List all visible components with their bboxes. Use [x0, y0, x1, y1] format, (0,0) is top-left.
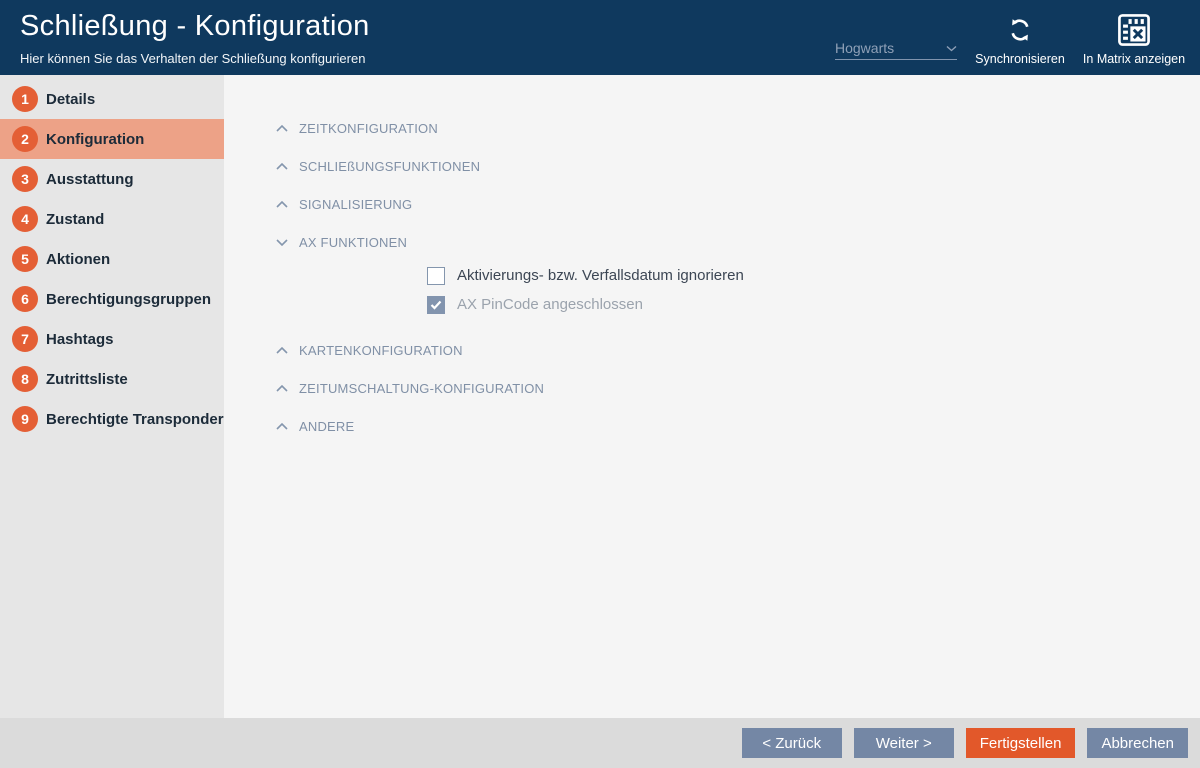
sidebar-item-label: Zutrittsliste: [46, 371, 128, 388]
sidebar-item-label: Berechtigungsgruppen: [46, 291, 211, 308]
section-zeitumschaltung-konfiguration[interactable]: ZEITUMSCHALTUNG-KONFIGURATION: [224, 369, 1200, 407]
sidebar-item-label: Zustand: [46, 211, 104, 228]
synchronize-button-label: Synchronisieren: [975, 52, 1065, 66]
wizard-steps-sidebar: 1 Details 2 Konfiguration 3 Ausstattung …: [0, 75, 224, 718]
chevron-down-icon: [276, 239, 288, 246]
sidebar-item-label: Berechtigte Transponder: [46, 411, 224, 428]
checkbox-label: AX PinCode angeschlossen: [457, 296, 643, 313]
finish-button[interactable]: Fertigstellen: [966, 728, 1076, 758]
lock-system-selector[interactable]: Hogwarts: [835, 37, 957, 60]
section-label: ZEITKONFIGURATION: [299, 121, 438, 136]
sidebar-item-berechtigungsgruppen[interactable]: 6 Berechtigungsgruppen: [0, 279, 224, 319]
wizard-footer: < Zurück Weiter > Fertigstellen Abbreche…: [0, 718, 1200, 768]
section-kartenkonfiguration[interactable]: KARTENKONFIGURATION: [224, 331, 1200, 369]
section-label: ZEITUMSCHALTUNG-KONFIGURATION: [299, 381, 544, 396]
checkbox-ax-pincode-connected: [427, 296, 445, 314]
chevron-down-icon: [946, 45, 957, 52]
section-label: ANDERE: [299, 419, 354, 434]
show-in-matrix-button-label: In Matrix anzeigen: [1083, 52, 1185, 66]
sidebar-item-label: Aktionen: [46, 251, 110, 268]
lock-configuration-wizard-window: { "window": { "title": "Schließung - Kon…: [0, 0, 1200, 768]
chevron-up-icon: [276, 201, 288, 208]
step-number-badge: 3: [12, 166, 38, 192]
step-number-badge: 7: [12, 326, 38, 352]
section-schliessungsfunktionen[interactable]: SCHLIEßUNGSFUNKTIONEN: [224, 147, 1200, 185]
sidebar-item-label: Details: [46, 91, 95, 108]
chevron-up-icon: [276, 125, 288, 132]
cancel-button[interactable]: Abbrechen: [1087, 728, 1188, 758]
checkbox-row-ignore-activation-expiry: Aktivierungs- bzw. Verfallsdatum ignorie…: [427, 261, 1200, 290]
back-button[interactable]: < Zurück: [742, 728, 842, 758]
sidebar-item-berechtigte-transponder[interactable]: 9 Berechtigte Transponder: [0, 399, 224, 439]
section-signalisierung[interactable]: SIGNALISIERUNG: [224, 185, 1200, 223]
chevron-up-icon: [276, 423, 288, 430]
step-number-badge: 6: [12, 286, 38, 312]
step-number-badge: 9: [12, 406, 38, 432]
section-label: SIGNALISIERUNG: [299, 197, 412, 212]
checkbox-label: Aktivierungs- bzw. Verfallsdatum ignorie…: [457, 267, 744, 284]
step-number-badge: 4: [12, 206, 38, 232]
sidebar-item-label: Ausstattung: [46, 171, 134, 188]
next-button[interactable]: Weiter >: [854, 728, 954, 758]
sidebar-item-zutrittsliste[interactable]: 8 Zutrittsliste: [0, 359, 224, 399]
section-label: KARTENKONFIGURATION: [299, 343, 463, 358]
lock-system-selector-value: Hogwarts: [835, 40, 894, 56]
step-number-badge: 1: [12, 86, 38, 112]
checkbox-row-ax-pincode-connected: AX PinCode angeschlossen: [427, 290, 1200, 319]
checkbox-ignore-activation-expiry[interactable]: [427, 267, 445, 285]
section-andere[interactable]: ANDERE: [224, 407, 1200, 445]
chevron-up-icon: [276, 163, 288, 170]
sidebar-item-hashtags[interactable]: 7 Hashtags: [0, 319, 224, 359]
sidebar-item-label: Konfiguration: [46, 131, 144, 148]
step-number-badge: 8: [12, 366, 38, 392]
configuration-panel: ZEITKONFIGURATION SCHLIEßUNGSFUNKTIONEN …: [224, 75, 1200, 718]
matrix-grid-icon: [1117, 11, 1151, 49]
page-subtitle: Hier können Sie das Verhalten der Schlie…: [20, 51, 365, 66]
sidebar-item-details[interactable]: 1 Details: [0, 79, 224, 119]
step-number-badge: 2: [12, 126, 38, 152]
sidebar-item-zustand[interactable]: 4 Zustand: [0, 199, 224, 239]
sync-icon: [1005, 11, 1035, 49]
sidebar-item-label: Hashtags: [46, 331, 114, 348]
section-label: SCHLIEßUNGSFUNKTIONEN: [299, 159, 480, 174]
show-in-matrix-button[interactable]: In Matrix anzeigen: [1080, 11, 1188, 75]
sidebar-item-konfiguration[interactable]: 2 Konfiguration: [0, 119, 224, 159]
header-bar: Schließung - Konfiguration Hier können S…: [0, 0, 1200, 75]
chevron-up-icon: [276, 385, 288, 392]
section-label: AX FUNKTIONEN: [299, 235, 407, 250]
synchronize-button[interactable]: Synchronisieren: [972, 11, 1068, 75]
sidebar-item-ausstattung[interactable]: 3 Ausstattung: [0, 159, 224, 199]
sidebar-item-aktionen[interactable]: 5 Aktionen: [0, 239, 224, 279]
chevron-up-icon: [276, 347, 288, 354]
section-ax-funktionen[interactable]: AX FUNKTIONEN: [224, 223, 1200, 261]
step-number-badge: 5: [12, 246, 38, 272]
section-zeitkonfiguration[interactable]: ZEITKONFIGURATION: [224, 109, 1200, 147]
page-title: Schließung - Konfiguration: [20, 10, 370, 43]
